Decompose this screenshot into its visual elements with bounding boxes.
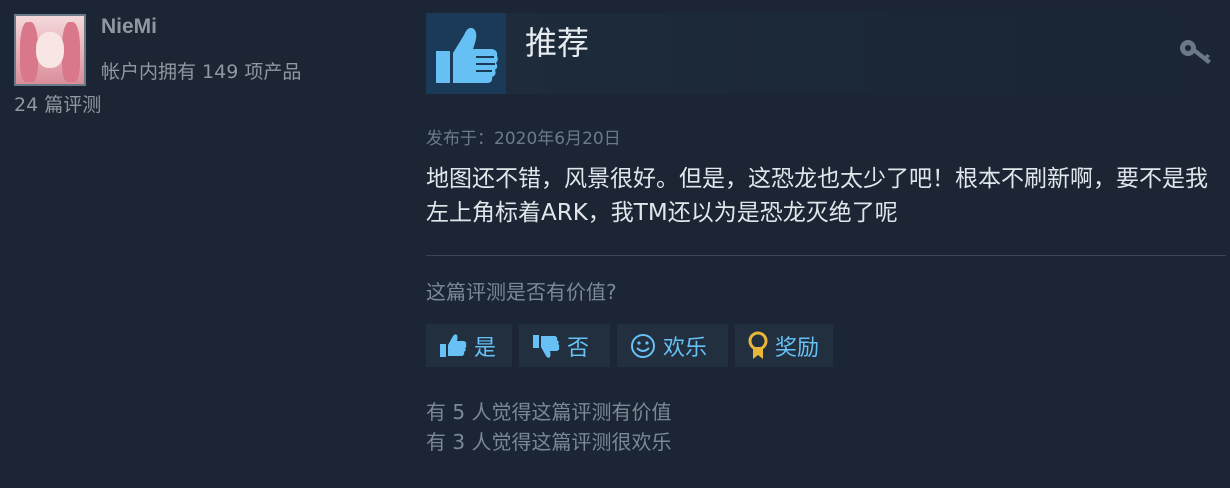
key-icon (1178, 37, 1216, 67)
vote-funny-button[interactable]: 欢乐 (617, 324, 728, 367)
thumbs-up-icon (438, 332, 468, 360)
vote-yes-label: 是 (474, 335, 497, 361)
smiley-icon (629, 332, 657, 360)
review-stats: 有 5 人觉得这篇评测有价值 有 3 人觉得这篇评测很欢乐 (426, 397, 671, 457)
avatar-face (36, 32, 64, 68)
award-button[interactable]: 奖励 (735, 324, 833, 367)
divider (426, 255, 1226, 256)
vote-no-label: 否 (567, 335, 590, 361)
vote-yes-button[interactable]: 是 (426, 324, 512, 367)
thumbs-down-icon (531, 332, 561, 360)
helpful-count: 有 5 人觉得这篇评测有价值 (426, 400, 672, 424)
vote-buttons: 是 否 欢乐 奖励 (426, 324, 833, 367)
vote-funny-label: 欢乐 (663, 335, 708, 361)
avatar-hair-right (62, 22, 80, 82)
posted-date: 发布于：2020年6月20日 (426, 129, 621, 149)
reviewer-avatar[interactable] (14, 14, 86, 86)
award-icon (747, 331, 769, 361)
vote-no-button[interactable]: 否 (519, 324, 610, 367)
review-count[interactable]: 24 篇评测 (14, 90, 101, 117)
helpful-prompt: 这篇评测是否有价值? (426, 280, 617, 304)
award-label: 奖励 (775, 335, 820, 361)
review-verdict: 推荐 (525, 24, 590, 62)
reviewer-name[interactable]: NieMi (101, 15, 157, 39)
review-text: 地图还不错，风景很好。但是，这恐龙也太少了吧！根本不刷新啊，要不是我左上角标着A… (426, 166, 1208, 226)
thumbs-up-icon (426, 13, 506, 94)
products-owned[interactable]: 帐户内拥有 149 项产品 (101, 57, 301, 84)
funny-count: 有 3 人觉得这篇评测很欢乐 (426, 430, 672, 454)
